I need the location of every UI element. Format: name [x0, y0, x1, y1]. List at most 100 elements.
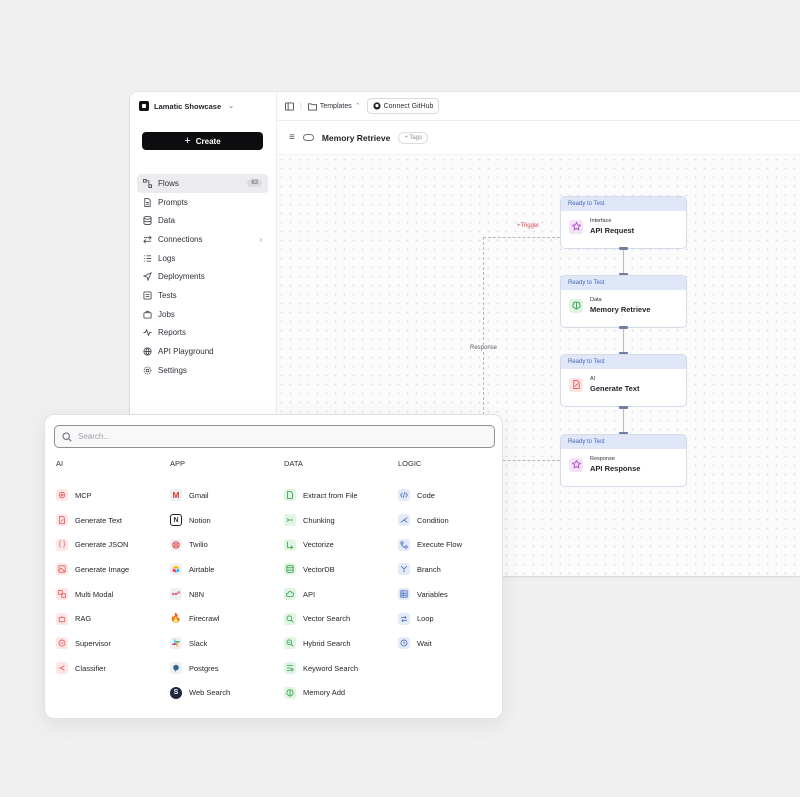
- document-icon: [144, 197, 151, 207]
- palette-item-api[interactable]: API: [284, 582, 396, 607]
- templates-dropdown[interactable]: Templates ⌃: [307, 102, 361, 111]
- palette-item-keyword-search[interactable]: Keyword Search: [284, 656, 396, 681]
- sidebar-item-jobs[interactable]: Jobs: [137, 305, 268, 324]
- node-status: Ready to Test: [561, 435, 686, 449]
- execute-flow-icon: [398, 538, 410, 551]
- gmail-icon: M: [170, 489, 182, 502]
- search-icon: [62, 431, 72, 442]
- vectorize-icon: [284, 538, 296, 551]
- n8n-icon: [170, 588, 182, 601]
- palette-item-branch[interactable]: Branch: [398, 557, 502, 582]
- sidebar-item-logs[interactable]: Logs: [137, 249, 268, 268]
- flow-node-api-request[interactable]: Ready to Test Interface API Request: [560, 196, 687, 249]
- palette-item-vector-search[interactable]: Vector Search: [284, 606, 396, 631]
- node-name: Memory Retrieve: [590, 305, 651, 314]
- scroll-fade: [45, 698, 502, 718]
- sidebar-item-reports[interactable]: Reports: [137, 324, 268, 343]
- flow-node-api-response[interactable]: Ready to Test Response API Response: [560, 434, 687, 487]
- github-icon: [373, 102, 381, 110]
- gear-icon: [143, 366, 152, 375]
- node-category: AI: [590, 376, 596, 382]
- robot-icon: [56, 612, 68, 625]
- palette-item-chunking[interactable]: Chunking: [284, 508, 396, 533]
- palette-item-vectorize[interactable]: Vectorize: [284, 532, 396, 557]
- sidebar-item-flows[interactable]: Flows 63: [137, 174, 268, 193]
- item-label: Firecrawl: [189, 614, 220, 624]
- flow-node-memory-retrieve[interactable]: Ready to Test Data Memory Retrieve: [560, 275, 687, 328]
- create-button[interactable]: + Create: [142, 132, 263, 150]
- palette-search[interactable]: [54, 425, 495, 448]
- palette-item-generate-image[interactable]: Generate Image: [56, 557, 168, 582]
- send-icon: [143, 272, 152, 282]
- add-tags-button[interactable]: + Tags: [398, 131, 429, 144]
- palette-item-twilio[interactable]: Twilio: [170, 532, 282, 557]
- palette-item-extract-from-file[interactable]: Extract from File: [284, 483, 396, 508]
- palette-item-slack[interactable]: Slack: [170, 631, 282, 656]
- palette-item-wait[interactable]: Wait: [398, 631, 502, 656]
- palette-item-mcp[interactable]: MCP: [56, 483, 168, 508]
- sidebar-item-connections[interactable]: Connections ›: [137, 230, 268, 249]
- hybrid-search-icon: [284, 637, 296, 650]
- palette-item-notion[interactable]: N Notion: [170, 508, 282, 533]
- notion-icon: N: [170, 514, 182, 527]
- sidebar-item-label: Settings: [158, 365, 187, 375]
- palette-item-airtable[interactable]: Airtable: [170, 557, 282, 582]
- sidebar-item-label: API Playground: [158, 347, 214, 357]
- sidebar-item-prompts[interactable]: Prompts: [137, 193, 268, 212]
- cloud-icon: [284, 588, 296, 601]
- palette-item-supervisor[interactable]: Supervisor: [56, 631, 168, 656]
- connect-github-button[interactable]: Connect GitHub: [366, 98, 440, 114]
- item-label: Vectorize: [303, 540, 334, 550]
- node-handle[interactable]: [619, 406, 628, 409]
- sidebar-item-tests[interactable]: Tests: [137, 286, 268, 305]
- flows-icon: [143, 178, 152, 188]
- node-handle[interactable]: [619, 326, 628, 329]
- table-icon: [398, 588, 410, 601]
- divider: |: [300, 102, 302, 110]
- palette-item-generate-json[interactable]: { } Generate JSON: [56, 532, 168, 557]
- sidebar-toggle-icon[interactable]: [285, 101, 294, 111]
- palette-item-hybrid-search[interactable]: Hybrid Search: [284, 631, 396, 656]
- palette-item-generate-text[interactable]: Generate Text: [56, 508, 168, 533]
- palette-item-code[interactable]: Code: [398, 483, 502, 508]
- trigger-label[interactable]: +Trigger: [517, 223, 539, 229]
- sidebar-item-settings[interactable]: Settings: [137, 361, 268, 380]
- node-status: Ready to Test: [561, 197, 686, 211]
- palette-item-n8n[interactable]: N8N: [170, 582, 282, 607]
- item-label: Variables: [417, 589, 448, 599]
- item-label: Chunking: [303, 515, 335, 525]
- sidebar-item-label: Tests: [158, 290, 177, 300]
- flow-toggle[interactable]: [302, 134, 314, 141]
- node-handle[interactable]: [619, 247, 628, 250]
- palette-item-gmail[interactable]: M Gmail: [170, 483, 282, 508]
- flow-node-generate-text[interactable]: Ready to Test AI Generate Text: [560, 354, 687, 407]
- palette-item-rag[interactable]: RAG: [56, 606, 168, 631]
- item-label: Gmail: [189, 490, 209, 500]
- sidebar-item-api-playground[interactable]: API Playground: [137, 342, 268, 361]
- palette-item-classifier[interactable]: Classifier: [56, 656, 168, 681]
- palette-item-vectordb[interactable]: VectorDB: [284, 557, 396, 582]
- keyword-search-icon: [284, 662, 296, 675]
- sidebar-item-label: Data: [158, 216, 175, 226]
- palette-item-firecrawl[interactable]: 🔥 Firecrawl: [170, 606, 282, 631]
- palette-item-multi-modal[interactable]: Multi Modal: [56, 582, 168, 607]
- menu-icon[interactable]: ≡: [289, 132, 295, 143]
- item-label: Generate JSON: [75, 540, 129, 550]
- palette-item-postgres[interactable]: Postgres: [170, 656, 282, 681]
- palette-item-loop[interactable]: Loop: [398, 606, 502, 631]
- sidebar-item-deployments[interactable]: Deployments: [137, 267, 268, 286]
- activity-icon: [143, 328, 152, 337]
- palette-item-execute-flow[interactable]: Execute Flow: [398, 532, 502, 557]
- item-label: RAG: [75, 614, 92, 624]
- workspace-switcher[interactable]: Lamatic Showcase ⌄: [139, 99, 234, 113]
- palette-item-condition[interactable]: Condition: [398, 508, 502, 533]
- globe-icon: [143, 347, 152, 356]
- search-input[interactable]: [78, 432, 478, 441]
- item-label: Classifier: [75, 663, 106, 673]
- folder-icon: [307, 102, 317, 111]
- tests-icon: [143, 291, 152, 300]
- palette-item-variables[interactable]: Variables: [398, 582, 502, 607]
- sidebar-item-data[interactable]: Data: [137, 211, 268, 230]
- trigger-connector: [483, 237, 560, 238]
- column-title: AI: [56, 459, 64, 468]
